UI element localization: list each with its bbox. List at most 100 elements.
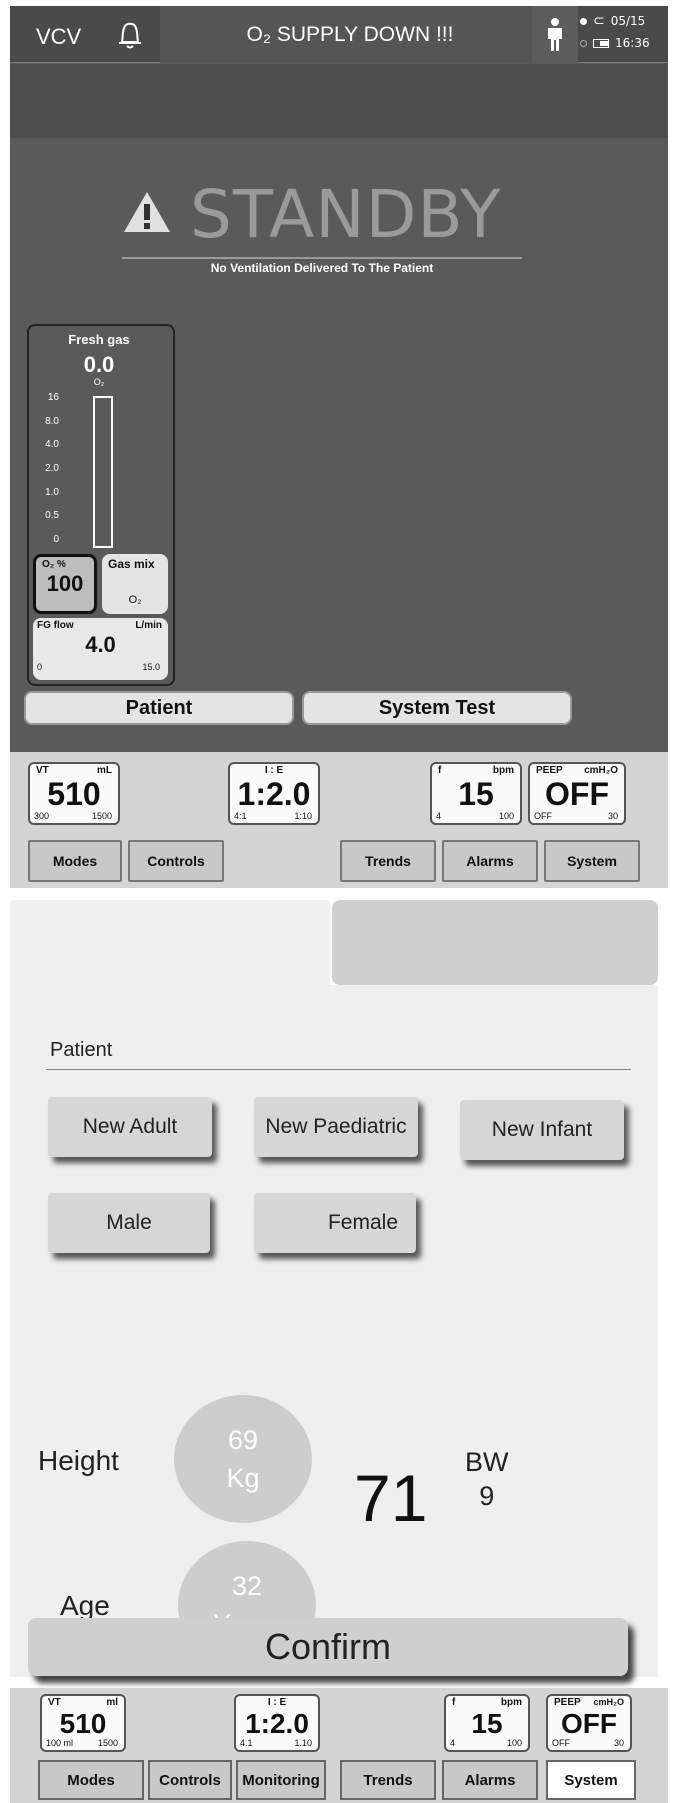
ie-value: 1:2.0: [237, 776, 311, 812]
tab-system-2[interactable]: System: [546, 1760, 636, 1800]
rate-max-2: 100: [506, 1738, 522, 1748]
tab-modes-2[interactable]: Modes: [38, 1760, 144, 1800]
rate-min: 4: [436, 811, 442, 821]
patient-person-icon[interactable]: [532, 6, 578, 63]
fg-flow-unit: L/min: [135, 620, 162, 631]
peep-min-2: OFF: [552, 1738, 570, 1748]
male-button[interactable]: Male: [48, 1193, 210, 1253]
ie-ratio-parameter[interactable]: I : E 1:2.0 4:1 1:10: [228, 762, 320, 825]
height-label: Height: [38, 1445, 119, 1476]
weight-dial[interactable]: 69 Kg: [174, 1395, 312, 1523]
tab-controls-2[interactable]: Controls: [148, 1760, 232, 1800]
peep-value-2: OFF: [561, 1708, 617, 1739]
vt-max: 1500: [91, 811, 112, 821]
system-test-button[interactable]: System Test: [302, 691, 572, 725]
bw-display: BW 9: [465, 1445, 509, 1513]
peep-max: 30: [607, 811, 618, 821]
warning-triangle-icon: [122, 190, 172, 239]
o2-percent-control[interactable]: O₂ % 100: [33, 554, 97, 614]
weight-value: 69: [227, 1425, 259, 1455]
weight-unit: Kg: [226, 1463, 260, 1493]
fresh-gas-unit: O₂: [93, 377, 105, 387]
ventilation-mode[interactable]: VCV: [36, 24, 81, 50]
tab-previous-patient[interactable]: [332, 900, 658, 985]
patient-panel: Patient New Adult New Paediatric New Inf…: [10, 985, 658, 1677]
status-indicators: ⊂ 05/15 16:36: [580, 10, 666, 60]
fresh-gas-scale: 16 8.0 4.0 2.0 1.0 0.5 0: [35, 392, 59, 558]
rate-value: 15: [458, 776, 494, 812]
confirm-button[interactable]: Confirm: [28, 1618, 628, 1676]
standby-title: STANDBY: [190, 176, 502, 253]
fg-flow-label: FG flow: [37, 620, 74, 631]
fg-flow-max: 15.0: [142, 662, 160, 672]
tab-alarms[interactable]: Alarms: [442, 840, 538, 882]
peep-parameter-2[interactable]: PEEP cmH₂O OFF OFF 30: [546, 1694, 632, 1752]
ie-min: 4:1: [234, 811, 247, 821]
fresh-gas-value: 0.0: [83, 352, 115, 377]
bottom-control-bar-2: VT ml 510 100 ml 1500 I : E 1:2.0 4.1 1.…: [10, 1688, 668, 1803]
section-divider: [46, 1069, 631, 1070]
ie-value-2: 1:2.0: [245, 1708, 309, 1739]
fg-flow-control[interactable]: FG flow L/min 4.0 0 15.0: [33, 618, 168, 680]
vt-label: VT: [36, 765, 49, 776]
vt-parameter[interactable]: VT mL 510 300 1500: [28, 762, 120, 825]
ie-max-2: 1.10: [294, 1738, 312, 1748]
fg-flow-min: 0: [37, 662, 43, 672]
patient-button[interactable]: Patient: [24, 691, 294, 725]
fg-flow-value: 4.0: [85, 632, 116, 657]
scale-tick: 4.0: [45, 439, 59, 451]
peep-parameter[interactable]: PEEP cmH₂O OFF OFF 30: [528, 762, 626, 825]
bw-label: BW: [465, 1447, 509, 1477]
rate-min-2: 4: [450, 1738, 456, 1748]
rate-label-2: f: [452, 1697, 456, 1708]
rate-unit: bpm: [492, 765, 514, 776]
o2-percent-value: 100: [46, 571, 84, 596]
new-infant-button[interactable]: New Infant: [460, 1100, 624, 1160]
patient-section-title: Patient: [50, 1039, 113, 1061]
alarm-bell-icon[interactable]: [100, 6, 160, 63]
scale-tick: 8.0: [45, 415, 59, 427]
ie-label: I : E: [264, 765, 284, 776]
height-value: 71: [354, 1461, 428, 1535]
vt-min: 300: [34, 811, 50, 821]
rate-unit-2: bpm: [500, 1697, 522, 1708]
ie-max: 1:10: [294, 811, 312, 821]
tab-system[interactable]: System: [544, 840, 640, 882]
tab-alarms-2[interactable]: Alarms: [442, 1760, 538, 1800]
vt-min-2: 100 ml: [46, 1738, 74, 1748]
standby-banner: STANDBY No Ventilation Delivered To The …: [122, 176, 532, 275]
scale-tick: 0.5: [45, 510, 59, 522]
peep-min: OFF: [534, 811, 552, 821]
fresh-gas-title: Fresh gas: [68, 332, 130, 347]
bottom-control-bar: VT mL 510 300 1500 I : E 1:2.0 4:1 1:10 …: [10, 752, 668, 888]
gas-mix-value: O₂: [128, 594, 142, 606]
plug-icon: ⊂: [593, 13, 605, 29]
tab-modes[interactable]: Modes: [28, 840, 122, 882]
tab-trends[interactable]: Trends: [340, 840, 436, 882]
gas-mix-label: Gas mix: [108, 557, 155, 571]
rate-max: 100: [498, 811, 514, 821]
rate-parameter[interactable]: f bpm 15 4 100: [430, 762, 522, 825]
tab-trends-2[interactable]: Trends: [340, 1760, 436, 1800]
ie-label-2: I : E: [267, 1697, 287, 1708]
female-button[interactable]: Female: [254, 1193, 416, 1253]
peep-value: OFF: [545, 776, 609, 812]
ie-min-2: 4.1: [240, 1738, 253, 1748]
new-paediatric-button[interactable]: New Paediatric: [254, 1097, 418, 1157]
rate-label: f: [438, 765, 442, 776]
vt-label-2: VT: [48, 1697, 61, 1708]
gas-mix-control[interactable]: Gas mix O₂: [102, 554, 168, 614]
rate-parameter-2[interactable]: f bpm 15 4 100: [444, 1694, 530, 1752]
vt-unit-2: ml: [106, 1697, 118, 1708]
peep-max-2: 30: [613, 1738, 624, 1748]
tab-new-patient[interactable]: [10, 900, 330, 985]
scale-tick: 16: [47, 392, 59, 403]
tab-monitoring-2[interactable]: Monitoring: [236, 1760, 326, 1800]
tab-controls[interactable]: Controls: [128, 840, 224, 882]
new-adult-button[interactable]: New Adult: [48, 1097, 212, 1157]
alarm-message[interactable]: O₂ SUPPLY DOWN !!!: [160, 6, 540, 63]
ie-ratio-parameter-2[interactable]: I : E 1:2.0 4.1 1.10: [234, 1694, 320, 1752]
vt-parameter-2[interactable]: VT ml 510 100 ml 1500: [40, 1694, 126, 1752]
rate-value-2: 15: [471, 1708, 503, 1739]
vt-value-2: 510: [59, 1708, 107, 1739]
